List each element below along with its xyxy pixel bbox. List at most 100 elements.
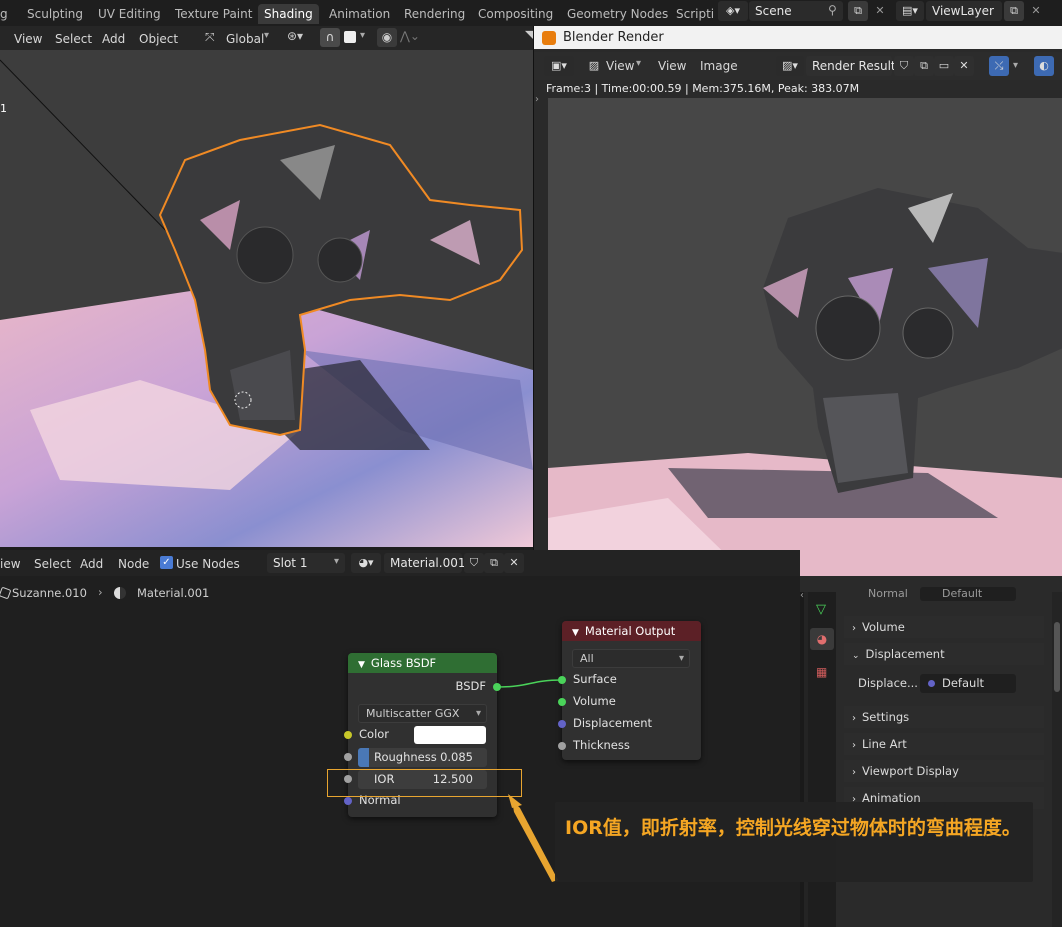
- new-material-icon[interactable]: ⧉: [484, 553, 504, 573]
- color-swatch[interactable]: [414, 726, 486, 744]
- node-link[interactable]: [496, 679, 563, 688]
- node-menu-add[interactable]: Add: [80, 555, 103, 573]
- image-view-icon[interactable]: ▨: [584, 56, 604, 76]
- new-scene-icon[interactable]: ⧉: [848, 1, 868, 21]
- gizmo-toggle-icon[interactable]: ◐: [1034, 56, 1054, 76]
- panel-settings[interactable]: › Settings: [844, 706, 1044, 728]
- scene-selector-icon[interactable]: ◈▾: [718, 1, 748, 21]
- image-name-field[interactable]: Render Result: [806, 56, 896, 76]
- panel-volume-label: Volume: [862, 620, 905, 634]
- node-editor-header: iew Select Add Node ✓ Use Nodes Slot 1 ▾…: [0, 550, 800, 576]
- tab-shading[interactable]: Shading: [258, 4, 319, 24]
- new-viewlayer-icon[interactable]: ⧉: [1004, 1, 1024, 21]
- sample-tool-icon[interactable]: ⤯: [989, 56, 1009, 76]
- fake-user-icon[interactable]: ⛉: [464, 553, 484, 573]
- glass-bsdf-header[interactable]: ▼ Glass BSDF: [348, 653, 497, 673]
- roughness-slider[interactable]: Roughness 0.085: [358, 748, 487, 767]
- volume-input-socket[interactable]: [558, 698, 566, 706]
- tab-rendering[interactable]: Rendering: [398, 4, 471, 24]
- displace-field[interactable]: Default: [920, 674, 1016, 693]
- collapse-icon: ▼: [358, 660, 365, 670]
- falloff-icon[interactable]: ⋀⌄: [400, 29, 420, 43]
- pin-icon[interactable]: ⚲: [828, 3, 837, 17]
- 3d-viewport[interactable]: 1: [0, 50, 533, 547]
- use-nodes-checkbox[interactable]: ✓: [160, 556, 173, 569]
- panel-viewport-display-label: Viewport Display: [862, 764, 959, 778]
- panel-volume[interactable]: › Volume: [844, 616, 1044, 638]
- panel-line-art[interactable]: › Line Art: [844, 733, 1044, 755]
- delete-scene-icon[interactable]: ✕: [870, 1, 890, 21]
- tab-sculpting[interactable]: Sculpting: [21, 4, 89, 24]
- viewport-menu-add[interactable]: Add: [102, 30, 125, 48]
- tab-texture-paint[interactable]: Texture Paint: [169, 4, 258, 24]
- node-menu-node[interactable]: Node: [118, 555, 149, 573]
- normal-input-socket[interactable]: [344, 797, 352, 805]
- output-target-dropdown[interactable]: All ▾: [572, 649, 690, 668]
- chevron-down-icon: ▾: [264, 30, 270, 41]
- node-menu-view[interactable]: iew: [0, 555, 21, 573]
- tab-animation[interactable]: Animation: [323, 4, 396, 24]
- distribution-value: Multiscatter GGX: [366, 707, 460, 720]
- panel-displacement[interactable]: ⌄ Displacement: [844, 643, 1044, 665]
- normal-prop-field[interactable]: Default: [920, 587, 1016, 601]
- pivot-icon[interactable]: ⊛▾: [287, 29, 303, 43]
- surface-input-socket[interactable]: [558, 676, 566, 684]
- properties-scrollbar[interactable]: [1054, 622, 1060, 692]
- unlink-material-icon[interactable]: ✕: [504, 553, 524, 573]
- workspace-tab-bar: g Sculpting UV Editing Texture Paint Sha…: [0, 0, 1062, 26]
- color-label: Color: [359, 727, 390, 741]
- bsdf-output-label: BSDF: [455, 679, 486, 693]
- tab-uv-editing[interactable]: UV Editing: [92, 4, 167, 24]
- snap-target-icon[interactable]: [344, 31, 356, 43]
- callout-arrow: [512, 800, 558, 882]
- viewlayer-selector-icon[interactable]: ▤▾: [896, 1, 924, 21]
- editor-type-icon[interactable]: ▣▾: [544, 56, 574, 76]
- material-tab-icon[interactable]: ◕: [810, 628, 834, 650]
- material-name-field[interactable]: Material.001: [384, 553, 465, 573]
- displacement-input-socket[interactable]: [558, 720, 566, 728]
- sidebar-toggle-icon[interactable]: ›: [535, 94, 539, 105]
- tab-geometry-nodes[interactable]: Geometry Nodes: [561, 4, 674, 24]
- thickness-input-socket[interactable]: [558, 742, 566, 750]
- tab-layout-partial[interactable]: g: [0, 4, 14, 24]
- snap-icon[interactable]: ∩: [320, 28, 340, 47]
- delete-viewlayer-icon[interactable]: ✕: [1026, 1, 1046, 21]
- chevron-down-icon: ▾: [678, 653, 684, 664]
- render-window-titlebar: Blender Render: [534, 26, 1062, 49]
- render-menu-view[interactable]: View: [658, 57, 686, 75]
- texture-tab-icon[interactable]: ▦: [816, 665, 827, 679]
- mesh-data-tab-icon[interactable]: ▽: [816, 602, 826, 617]
- color-input-socket[interactable]: [344, 731, 352, 739]
- render-stats: Frame:3 | Time:00:00.59 | Mem:375.16M, P…: [546, 82, 860, 95]
- node-menu-select[interactable]: Select: [34, 555, 71, 573]
- proportional-edit-icon[interactable]: ◉: [377, 28, 397, 47]
- normal-prop-label: Normal: [868, 587, 908, 600]
- chevron-left-icon[interactable]: ‹: [800, 590, 804, 601]
- material-output-node[interactable]: ▼ Material Output All ▾ Surface Volume Di…: [558, 621, 701, 760]
- viewlayer-field[interactable]: ViewLayer: [926, 1, 1002, 21]
- unlink-image-icon[interactable]: ✕: [954, 56, 974, 76]
- orientation-dropdown[interactable]: Global: [226, 30, 264, 48]
- distribution-dropdown[interactable]: Multiscatter GGX ▾: [358, 704, 487, 723]
- viewport-menu-select[interactable]: Select: [55, 30, 92, 48]
- fake-user-icon[interactable]: ⛉: [894, 56, 914, 76]
- tab-compositing[interactable]: Compositing: [472, 4, 559, 24]
- render-result-image[interactable]: [548, 98, 1062, 576]
- bsdf-output-socket[interactable]: [493, 683, 501, 691]
- render-menu-image[interactable]: Image: [700, 57, 738, 75]
- panel-line-art-label: Line Art: [862, 737, 907, 751]
- panel-viewport-display[interactable]: › Viewport Display: [844, 760, 1044, 782]
- viewport-menu-view[interactable]: View: [14, 30, 42, 48]
- render-menu-view-mode[interactable]: View: [606, 57, 634, 75]
- transform-orientation-icon: ⤧: [205, 30, 215, 44]
- new-image-icon[interactable]: ⧉: [914, 56, 934, 76]
- material-output-header[interactable]: ▼ Material Output: [562, 621, 701, 641]
- open-image-icon[interactable]: ▭: [934, 56, 954, 76]
- image-browse-icon[interactable]: ▨▾: [776, 56, 804, 76]
- material-browse-icon[interactable]: ◕▾: [351, 553, 381, 573]
- render-window: Blender Render ▣▾ ▨ View ▾ View Image ▨▾…: [533, 26, 1062, 592]
- volume-label: Volume: [573, 694, 616, 708]
- viewport-menu-object[interactable]: Object: [139, 30, 178, 48]
- roughness-input-socket[interactable]: [344, 753, 352, 761]
- tab-scripting[interactable]: Scripti: [670, 4, 720, 24]
